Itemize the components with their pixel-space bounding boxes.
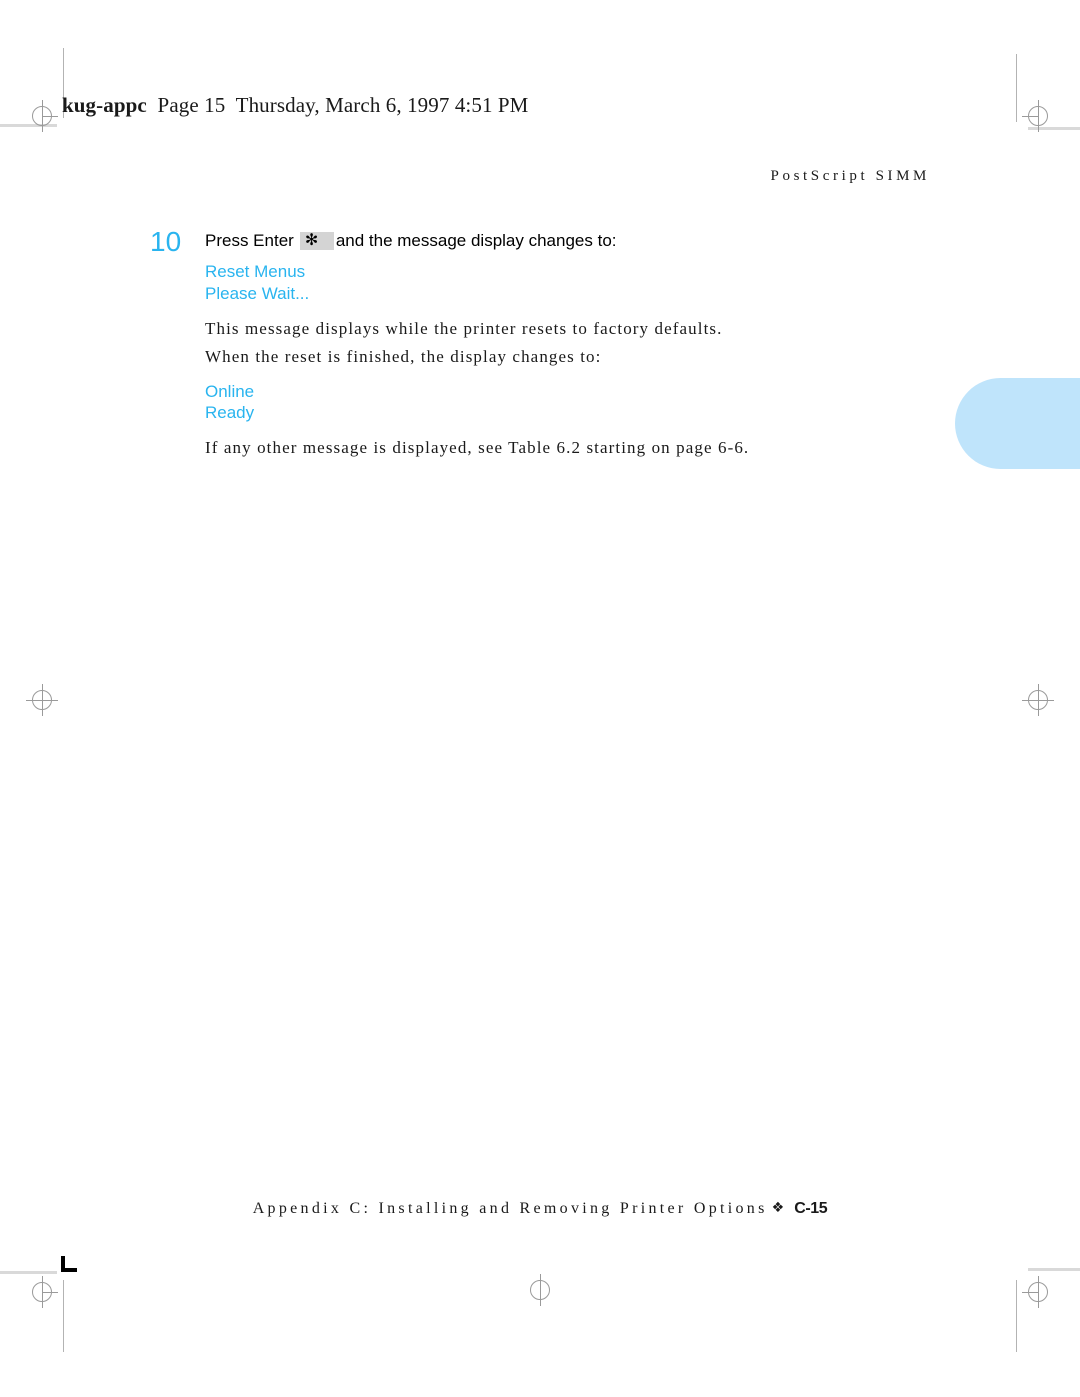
page-footer: Appendix C: Installing and Removing Prin… xyxy=(0,1200,1080,1218)
registration-circle-icon xyxy=(1028,690,1048,710)
registration-vline-icon xyxy=(1037,100,1039,132)
registration-mark-bottom-right xyxy=(1022,1276,1054,1308)
crop-line-bottom-left-horizontal xyxy=(0,1271,57,1274)
crop-line-top-left-horizontal xyxy=(0,124,57,127)
step-number: 10 xyxy=(150,226,182,257)
paragraph-other-message: If any other message is displayed, see T… xyxy=(205,438,750,458)
slug-file-name: kug-appc xyxy=(62,93,147,117)
crop-line-top-right-vertical xyxy=(1016,54,1017,122)
crop-line-bottom-right-vertical xyxy=(1016,1280,1017,1352)
registration-mark-left-middle xyxy=(26,684,58,716)
registration-vline-icon xyxy=(1037,684,1039,716)
registration-vline-icon xyxy=(41,100,43,132)
footer-page-number: C-15 xyxy=(794,1200,828,1217)
registration-mark-bottom-center xyxy=(524,1274,556,1306)
registration-mark-bottom-left xyxy=(26,1276,58,1308)
fleuron-ornament-icon: ❖ xyxy=(771,1200,785,1216)
paragraph-reset-description: This message displays while the printer … xyxy=(205,318,723,338)
registration-hline-icon xyxy=(26,699,58,701)
registration-mark-top-right xyxy=(1022,100,1054,132)
registration-circle-icon xyxy=(1028,1282,1048,1302)
crop-line-top-right-horizontal xyxy=(1028,127,1080,130)
registration-hline-icon xyxy=(1022,1291,1039,1293)
step-instruction-line: Press Enter ✻ and the message display chan… xyxy=(205,231,845,251)
lcd-message-first: Reset Menus Please Wait... xyxy=(205,261,845,305)
thumb-tab-marker xyxy=(955,378,1080,469)
registration-circle-icon xyxy=(530,1280,550,1300)
slug-line: kug-appc Page 15 Thursday, March 6, 1997… xyxy=(62,93,528,118)
lcd-line-ready: Ready xyxy=(205,403,255,423)
registration-hline-icon xyxy=(1022,115,1039,117)
slug-timestamp: Thursday, March 6, 1997 4:51 PM xyxy=(235,93,529,117)
registration-vline-icon xyxy=(1037,1276,1039,1308)
registration-hline-icon xyxy=(41,1291,58,1293)
step-instruction-before-key: Press Enter xyxy=(205,231,294,250)
registration-circle-icon xyxy=(1028,106,1048,126)
paragraph-reset-finished: When the reset is finished, the display … xyxy=(205,347,602,367)
slug-page-label: Page 15 xyxy=(157,93,226,117)
lcd-line-reset-menus: Reset Menus xyxy=(205,262,306,282)
registration-circle-icon xyxy=(32,106,52,126)
registration-hline-icon xyxy=(1022,699,1054,701)
registration-hline-icon xyxy=(41,115,58,117)
registration-mark-top-left xyxy=(26,100,58,132)
lcd-message-second: Online Ready xyxy=(205,381,845,425)
step-instruction-after-key: and the message display changes to: xyxy=(335,231,617,250)
footer-chapter-title: Appendix C: Installing and Removing Prin… xyxy=(252,1200,768,1217)
crop-line-bottom-left-vertical xyxy=(63,1280,64,1352)
lcd-line-please-wait: Please Wait... xyxy=(205,284,310,304)
corner-crop-mark-bottom-left xyxy=(61,1256,77,1272)
step-content: Press Enter ✻ and the message display chan… xyxy=(205,231,845,461)
registration-vline-icon xyxy=(41,1276,43,1308)
crop-line-bottom-right-horizontal xyxy=(1028,1268,1080,1271)
registration-vline-icon xyxy=(41,684,43,716)
registration-circle-icon xyxy=(32,1282,52,1302)
registration-circle-icon xyxy=(32,690,52,710)
registration-mark-right-middle xyxy=(1022,684,1054,716)
enter-key-cap-icon: ✻ xyxy=(299,232,334,250)
registration-vline-icon xyxy=(539,1274,541,1306)
running-head-title: PostScript SIMM xyxy=(770,168,930,184)
lcd-line-online: Online xyxy=(205,381,255,401)
